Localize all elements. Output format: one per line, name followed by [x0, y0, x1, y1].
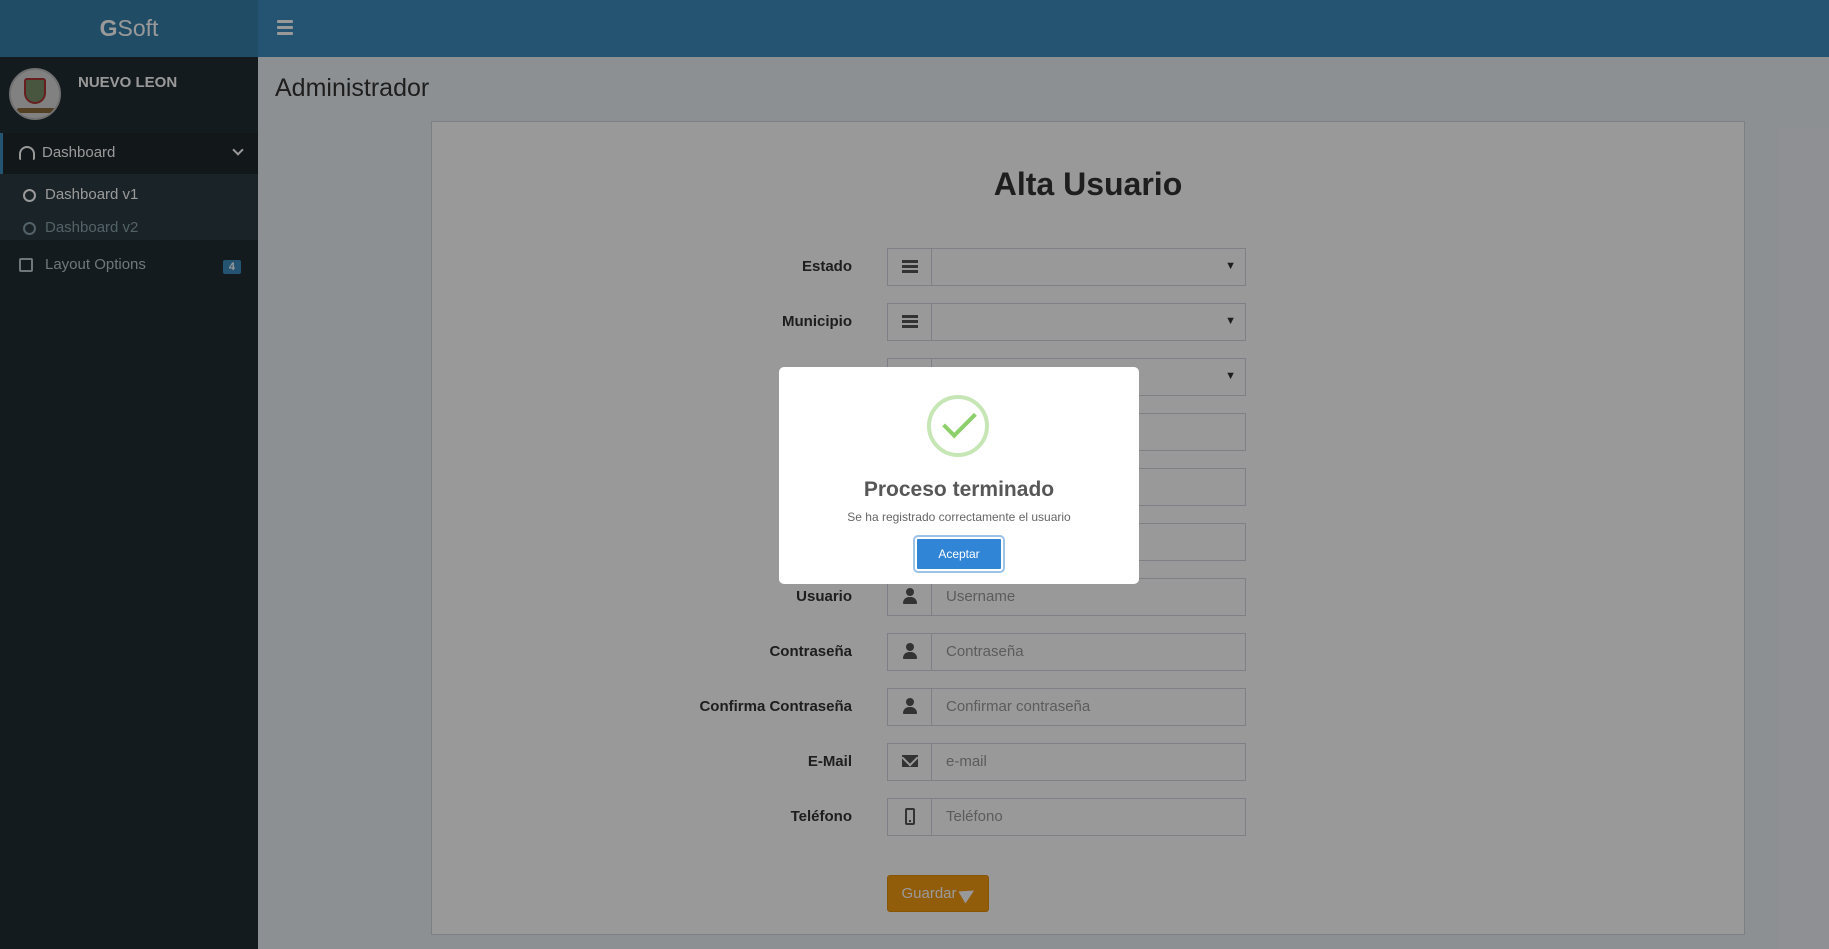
success-check-icon [927, 395, 989, 457]
dialog-message: Se ha registrado correctamente el usuari… [847, 510, 1071, 524]
dialog-title: Proceso terminado [863, 478, 1055, 501]
accept-button[interactable]: Aceptar [915, 537, 1003, 571]
success-dialog: Proceso terminado Se ha registrado corre… [779, 367, 1139, 584]
